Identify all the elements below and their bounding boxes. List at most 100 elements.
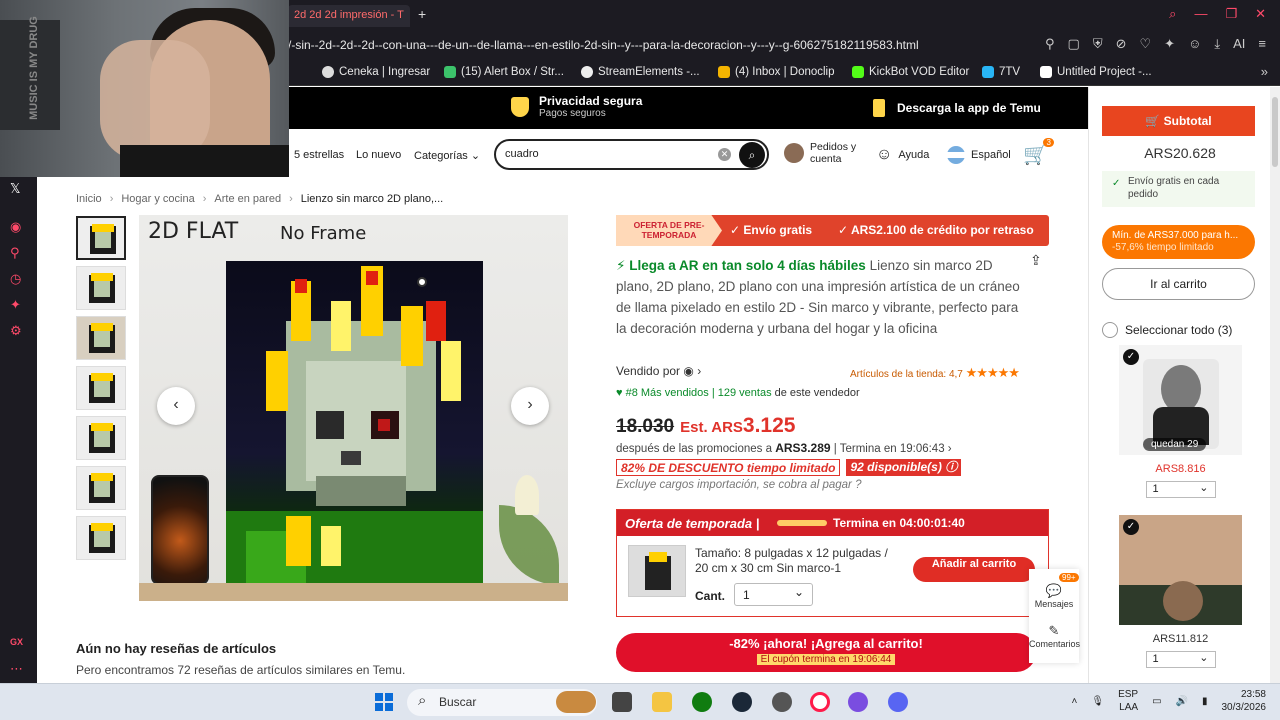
settings-icon[interactable]: ⚙ — [10, 323, 22, 339]
nav-categories[interactable]: Categorías ⌄ — [414, 149, 480, 162]
breadcrumb-item[interactable]: Hogar y cocina — [121, 193, 194, 205]
bookmark-item[interactable]: Untitled Project -... — [1040, 66, 1152, 78]
url-field[interactable]: /-sin--2d--2d--2d--con-una---de-un--de-l… — [288, 38, 988, 52]
chevron-right-icon[interactable]: » — [1261, 64, 1268, 79]
bookmark-item[interactable]: (15) Alert Box / Str... — [444, 66, 564, 78]
bookmark-item[interactable]: 7TV — [982, 66, 1020, 78]
block-icon[interactable]: ⊘ — [1116, 36, 1127, 52]
opera-gx-icon[interactable] — [810, 692, 830, 712]
breadcrumb-item[interactable]: Arte en pared — [214, 193, 281, 205]
minimize-icon[interactable]: — — [1194, 6, 1207, 22]
language-selector[interactable]: Español — [947, 146, 1011, 164]
next-image-button[interactable]: › — [511, 387, 549, 425]
thumbnail[interactable] — [76, 266, 126, 310]
account-menu[interactable]: Pedidos y cuenta — [784, 141, 856, 165]
menu-icon[interactable]: ≡ — [1258, 36, 1266, 52]
bookmark-item[interactable]: StreamElements -... — [581, 66, 700, 78]
player-icon[interactable]: ◉ — [10, 219, 21, 235]
history-icon[interactable]: ◷ — [10, 271, 21, 287]
language-indicator[interactable]: ESP LAA — [1118, 688, 1138, 714]
steam-icon[interactable] — [732, 692, 752, 712]
store-avatar-icon: ◉ — [683, 364, 694, 378]
windows-taskbar: Buscar ˄ 🎙 ESPLAA ▭ 🔊 ▮ 23:5830/3/2026 — [0, 683, 1280, 720]
extensions-icon[interactable]: ✦ — [10, 297, 21, 313]
bookmark-item[interactable]: KickBot VOD Editor — [852, 66, 969, 78]
new-tab-icon[interactable]: + — [418, 6, 426, 22]
clear-icon[interactable]: ✕ — [718, 148, 731, 161]
cart-item-image[interactable]: ✓ quedan 29 — [1119, 345, 1242, 455]
network-icon[interactable]: ▭ — [1152, 696, 1161, 707]
lightning-icon: ⚡ — [616, 258, 630, 273]
search-button[interactable]: ⌕ — [739, 142, 765, 168]
thumbnail[interactable] — [76, 466, 126, 510]
search-icon[interactable]: ⌕ — [1169, 6, 1176, 22]
widget-icon[interactable] — [556, 691, 596, 713]
close-icon[interactable]: ✕ — [1255, 6, 1266, 22]
shield-icon[interactable]: ⛨ — [1093, 36, 1103, 52]
help-link[interactable]: ☺ Ayuda — [876, 146, 929, 164]
profile-icon[interactable]: ☺ — [1188, 36, 1201, 52]
bookmark-item[interactable]: Ceneka | Ingresar — [322, 66, 430, 78]
page-scrollbar[interactable] — [1270, 87, 1280, 683]
browser-tab-active[interactable]: 2d 2d 2d impresión - T — [288, 5, 410, 27]
cart-item-qty-select[interactable]: 1 — [1145, 481, 1216, 498]
app-download-link[interactable]: Descarga la app de Temu — [873, 99, 1041, 117]
terminal-icon[interactable] — [612, 692, 632, 712]
screenshot-icon[interactable]: ▢ — [1068, 36, 1080, 52]
nav-stars[interactable]: 5 estrellas — [294, 149, 344, 161]
prev-image-button[interactable]: ‹ — [157, 387, 195, 425]
bookmark-item[interactable]: (4) Inbox | Donoclip — [718, 66, 835, 78]
battery-icon[interactable]: ▮ — [1202, 696, 1208, 707]
seller-link[interactable]: Vendido por ◉ › — [616, 364, 701, 378]
extensions-icon[interactable]: ✦ — [1164, 36, 1175, 52]
ai-icon[interactable]: AI — [1233, 36, 1245, 52]
volume-icon[interactable]: 🔊 — [1176, 696, 1188, 707]
argentina-flag-icon — [947, 146, 965, 164]
xbox-icon[interactable] — [692, 692, 712, 712]
go-to-cart-button[interactable]: Ir al carrito — [1102, 268, 1255, 300]
breadcrumb-item[interactable]: Inicio — [76, 193, 102, 205]
pin-icon[interactable]: ⚲ — [10, 245, 20, 261]
x-icon[interactable]: 𝕏 — [10, 181, 20, 197]
discord-icon[interactable] — [888, 692, 908, 712]
pin-icon[interactable]: ⚲ — [1045, 36, 1055, 52]
thumbnail[interactable] — [76, 216, 126, 260]
store-rating[interactable]: Artículos de la tienda: 4,7 ★★★★★ — [850, 365, 1020, 381]
quantity-select[interactable]: 1 — [734, 583, 813, 606]
cart-item-qty-select[interactable]: 1 — [1145, 651, 1216, 668]
cart-icon[interactable]: 🛒 3 — [1023, 138, 1054, 167]
share-icon[interactable]: ⇪ — [1030, 252, 1042, 269]
thumbnail[interactable] — [76, 316, 126, 360]
microphone-icon[interactable]: 🎙 — [1091, 696, 1104, 707]
thumbnail[interactable] — [76, 516, 126, 560]
add-to-cart-button[interactable]: Añadir al carrito — [913, 557, 1035, 582]
help-icon[interactable]: ? — [855, 479, 861, 491]
more-icon[interactable]: ⋯ — [10, 661, 23, 677]
nav-new[interactable]: Lo nuevo — [356, 149, 401, 161]
twitch-icon[interactable] — [848, 692, 868, 712]
checked-icon[interactable]: ✓ — [1123, 349, 1139, 365]
main-add-to-cart-button[interactable]: -82% ¡ahora! ¡Agrega al carrito! El cupó… — [616, 633, 1036, 672]
messages-button[interactable]: 💬 Mensajes — [1029, 583, 1079, 609]
info-icon[interactable]: ⓘ — [945, 460, 957, 474]
maximize-icon[interactable]: ❐ — [1225, 6, 1237, 22]
thumbnail[interactable] — [76, 416, 126, 460]
scroll-thumb[interactable] — [1272, 97, 1278, 167]
gx-label[interactable]: GX — [10, 637, 23, 647]
breadcrumb-current: Lienzo sin marco 2D plano,... — [300, 193, 444, 205]
select-all-checkbox[interactable]: Seleccionar todo (3) — [1102, 322, 1232, 338]
obs-icon[interactable] — [772, 692, 792, 712]
heart-icon: ♥ — [616, 387, 623, 399]
size-option[interactable]: Tamaño: 8 pulgadas x 12 pulgadas / 20 cm… — [695, 546, 900, 576]
cart-item-image[interactable]: ✓ — [1119, 515, 1242, 625]
chevron-up-icon[interactable]: ˄ — [1072, 696, 1078, 707]
search-input[interactable]: cuadro — [505, 148, 539, 160]
thumbnail[interactable] — [76, 366, 126, 410]
checked-icon[interactable]: ✓ — [1123, 519, 1139, 535]
download-icon[interactable]: ⤓ — [1214, 36, 1220, 52]
file-explorer-icon[interactable] — [652, 692, 672, 712]
heart-icon[interactable]: ♡ — [1140, 36, 1152, 52]
windows-start-icon[interactable] — [375, 693, 393, 711]
comments-button[interactable]: ✎ Comentarios — [1029, 623, 1080, 649]
clock[interactable]: 23:58 30/3/2026 — [1222, 688, 1267, 714]
